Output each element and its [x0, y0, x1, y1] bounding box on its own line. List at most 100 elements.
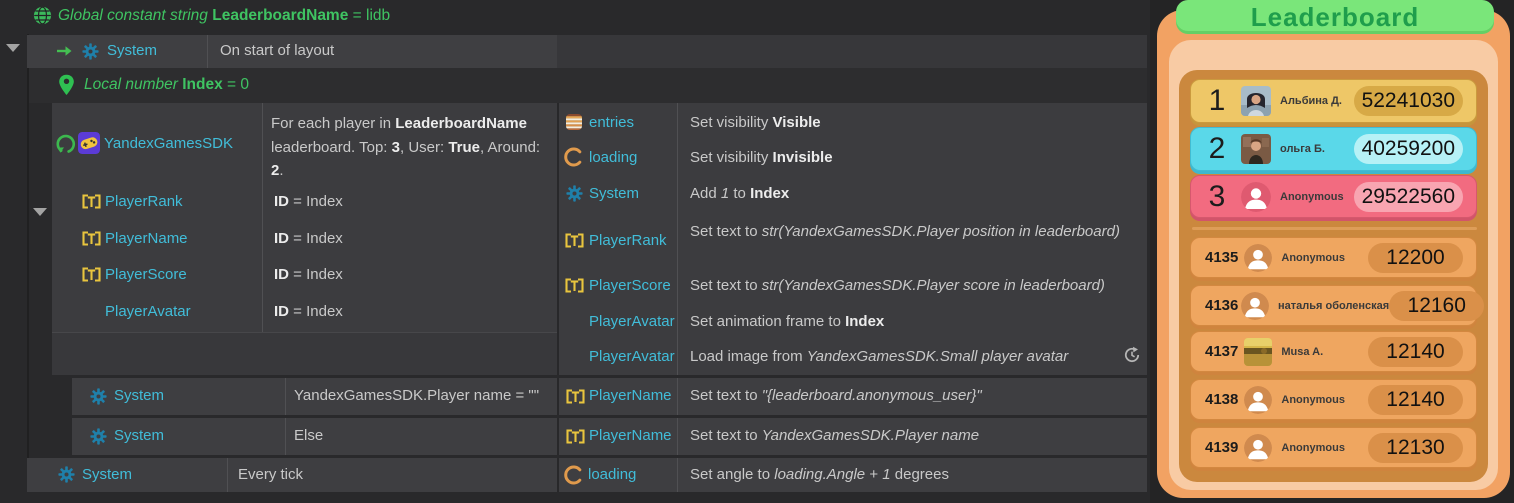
- player-avatar: [1244, 338, 1272, 366]
- cell-divider: [285, 418, 286, 455]
- loading-icon: [564, 147, 584, 172]
- action-text[interactable]: Load image from YandexGamesSDK.Small pla…: [690, 348, 1068, 365]
- score-pill: 52241030: [1354, 86, 1463, 116]
- event-sheet: Global constant string LeaderboardName =…: [0, 0, 1155, 503]
- collapse-icon[interactable]: [6, 44, 20, 52]
- condition-object[interactable]: PlayerScore: [105, 266, 187, 283]
- global-variable-text: Global constant string LeaderboardName =…: [58, 7, 390, 25]
- action-object[interactable]: loading: [588, 466, 636, 483]
- text-icon: [566, 389, 585, 409]
- action-text[interactable]: Set visibility Visible: [690, 114, 821, 131]
- action-object[interactable]: loading: [589, 149, 637, 166]
- player-name: Anonymous: [1281, 252, 1345, 264]
- condition-text: YandexGamesSDK.Player name = "": [294, 387, 539, 404]
- player-name: наталья оболенская: [1278, 300, 1389, 312]
- event-foreach[interactable]: YandexGamesSDK For each player in Leader…: [52, 103, 1147, 375]
- condition-text: Every tick: [238, 466, 303, 483]
- rank-label: 4138: [1201, 391, 1238, 408]
- condition-text: For each player in LeaderboardName leade…: [271, 112, 553, 183]
- event-else[interactable]: System Else PlayerName Set text to Yande…: [72, 418, 1147, 455]
- text-icon: [82, 194, 101, 214]
- action-object[interactable]: PlayerName: [589, 387, 672, 404]
- anonymous-avatar-icon: [1244, 434, 1272, 462]
- action-object[interactable]: PlayerScore: [589, 277, 671, 294]
- loop-icon: [55, 133, 77, 160]
- score-pill: 12130: [1368, 433, 1463, 463]
- text-icon: [82, 267, 101, 287]
- score-pill: 12200: [1368, 243, 1463, 273]
- leaderboard-row: 2 ольга Б. 40259200: [1190, 127, 1477, 171]
- rank-label: 4135: [1201, 249, 1238, 266]
- condition-text: ID = Index: [274, 266, 343, 283]
- action-object[interactable]: PlayerName: [589, 427, 672, 444]
- player-avatar: [1241, 86, 1271, 116]
- cell-divider: [677, 458, 678, 492]
- condition-object[interactable]: PlayerName: [105, 230, 188, 247]
- event-name-empty[interactable]: System YandexGamesSDK.Player name = "" P…: [72, 378, 1147, 415]
- player-name: Anonymous: [1280, 191, 1344, 203]
- anonymous-avatar-icon: [1244, 386, 1272, 414]
- action-text[interactable]: Set text to str(YandexGamesSDK.Player po…: [690, 220, 1138, 243]
- global-variable-row[interactable]: Global constant string LeaderboardName =…: [0, 0, 1147, 33]
- action-object[interactable]: PlayerAvatar: [589, 348, 675, 365]
- column-seam: [557, 458, 559, 492]
- leaderboard-row: 4137 Musa A. 12140: [1190, 331, 1477, 372]
- rank-label: 2: [1201, 132, 1233, 166]
- leaderboard-row: 1 Альбина Д. 52241030: [1190, 79, 1477, 123]
- action-text[interactable]: Set angle to loading.Angle + 1 degrees: [690, 466, 949, 483]
- app-window: Global constant string LeaderboardName =…: [0, 0, 1514, 503]
- leaderboard-banner: Leaderboard: [1176, 0, 1494, 34]
- collapse-icon[interactable]: [33, 208, 47, 216]
- action-text[interactable]: Set visibility Invisible: [690, 149, 833, 166]
- action-text[interactable]: Set animation frame to Index: [690, 313, 884, 330]
- anonymous-avatar-icon: [1244, 244, 1272, 272]
- condition-text: ID = Index: [274, 193, 343, 210]
- top3-divider: [1192, 227, 1477, 230]
- leaderboard-row: 4138 Anonymous 12140: [1190, 379, 1477, 420]
- condition-object: YandexGamesSDK: [104, 135, 233, 152]
- player-name: ольга Б.: [1280, 143, 1325, 155]
- action-object[interactable]: entries: [589, 114, 634, 131]
- async-icon: [1123, 346, 1141, 369]
- event-on-start[interactable]: System On start of layout: [27, 35, 557, 68]
- score-pill: 12140: [1368, 337, 1463, 367]
- action-text[interactable]: Add 1 to Index: [690, 185, 789, 202]
- event-every-tick[interactable]: System Every tick loading Set angle to l…: [27, 458, 1147, 492]
- score-pill: 40259200: [1354, 134, 1463, 164]
- score-pill: 12160: [1389, 291, 1484, 321]
- action-object[interactable]: PlayerRank: [589, 232, 667, 249]
- condition-text: On start of layout: [220, 42, 334, 59]
- player-name: Anonymous: [1281, 442, 1345, 454]
- action-object[interactable]: PlayerAvatar: [589, 313, 675, 330]
- action-text[interactable]: Set text to "{leaderboard.anonymous_user…: [690, 387, 982, 404]
- cell-divider: [677, 378, 678, 415]
- condition-object[interactable]: PlayerRank: [105, 193, 183, 210]
- rank-label: 1: [1201, 84, 1233, 118]
- leaderboard-row: 4139 Anonymous 12130: [1190, 427, 1477, 468]
- rank-label: 4137: [1201, 343, 1238, 360]
- condition-object[interactable]: PlayerAvatar: [105, 303, 191, 320]
- column-seam: [557, 418, 559, 455]
- action-text[interactable]: Set text to YandexGamesSDK.Player name: [690, 427, 979, 444]
- rank-label: 4139: [1201, 439, 1238, 456]
- cell-divider: [677, 103, 678, 375]
- gear-icon: [90, 428, 107, 450]
- gear-icon: [58, 466, 75, 488]
- gear-icon: [90, 388, 107, 410]
- condition-text: Else: [294, 427, 323, 444]
- condition-object: System: [107, 42, 157, 59]
- condition-text: ID = Index: [274, 303, 343, 320]
- gear-icon: [566, 185, 583, 207]
- rank-label: 3: [1201, 180, 1233, 214]
- event-on-start-actions-area[interactable]: [557, 35, 1147, 68]
- text-icon: [565, 278, 584, 298]
- anonymous-avatar-icon: [1241, 182, 1271, 212]
- player-avatar: [1241, 134, 1271, 164]
- child-area: Local number Index = 0: [29, 68, 1147, 103]
- action-text[interactable]: Set text to str(YandexGamesSDK.Player sc…: [690, 277, 1145, 294]
- cell-divider: [262, 103, 263, 332]
- gear-icon: [82, 43, 99, 65]
- action-object[interactable]: System: [589, 185, 639, 202]
- local-variable-text[interactable]: Local number Index = 0: [84, 76, 249, 94]
- text-icon: [565, 233, 584, 253]
